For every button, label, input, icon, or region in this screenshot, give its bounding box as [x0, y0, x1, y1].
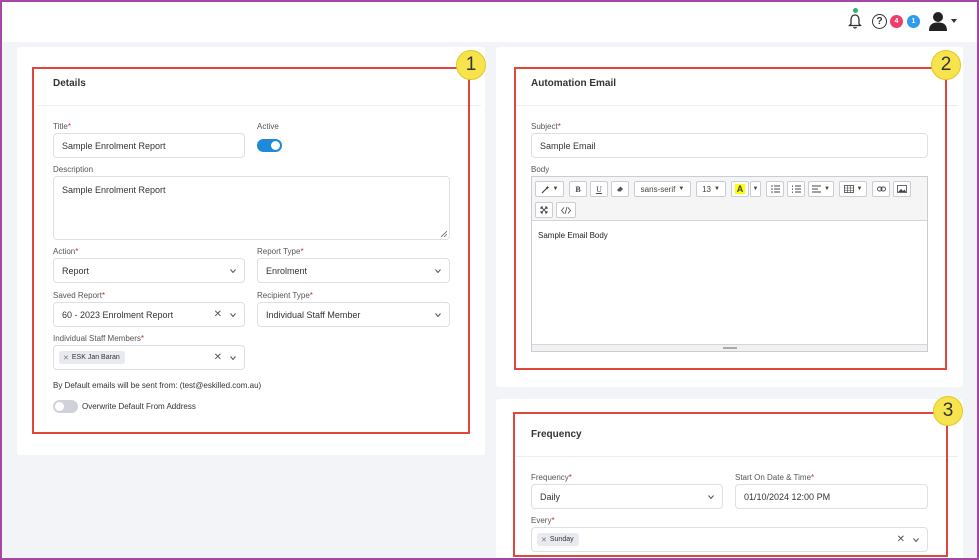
callout-number-3: 3 [933, 396, 963, 426]
question-circle-icon[interactable]: ? [872, 14, 887, 29]
callout-number-2: 2 [931, 50, 961, 80]
alert-count-badge[interactable]: 4 [890, 15, 903, 28]
highlight-box-frequency [513, 412, 948, 557]
top-bar: ? 4 1 [2, 2, 977, 42]
bell-icon[interactable] [848, 12, 862, 30]
highlight-box-automation [514, 67, 947, 370]
chevron-down-icon[interactable] [951, 19, 957, 23]
callout-number-1: 1 [456, 50, 486, 80]
notification-dot [853, 8, 858, 13]
highlight-box-details [32, 67, 470, 434]
user-avatar-icon[interactable] [928, 11, 948, 31]
message-count-badge[interactable]: 1 [907, 15, 920, 28]
app-frame: ? 4 1 Details Title* Sample Enrolment Re… [0, 0, 979, 560]
